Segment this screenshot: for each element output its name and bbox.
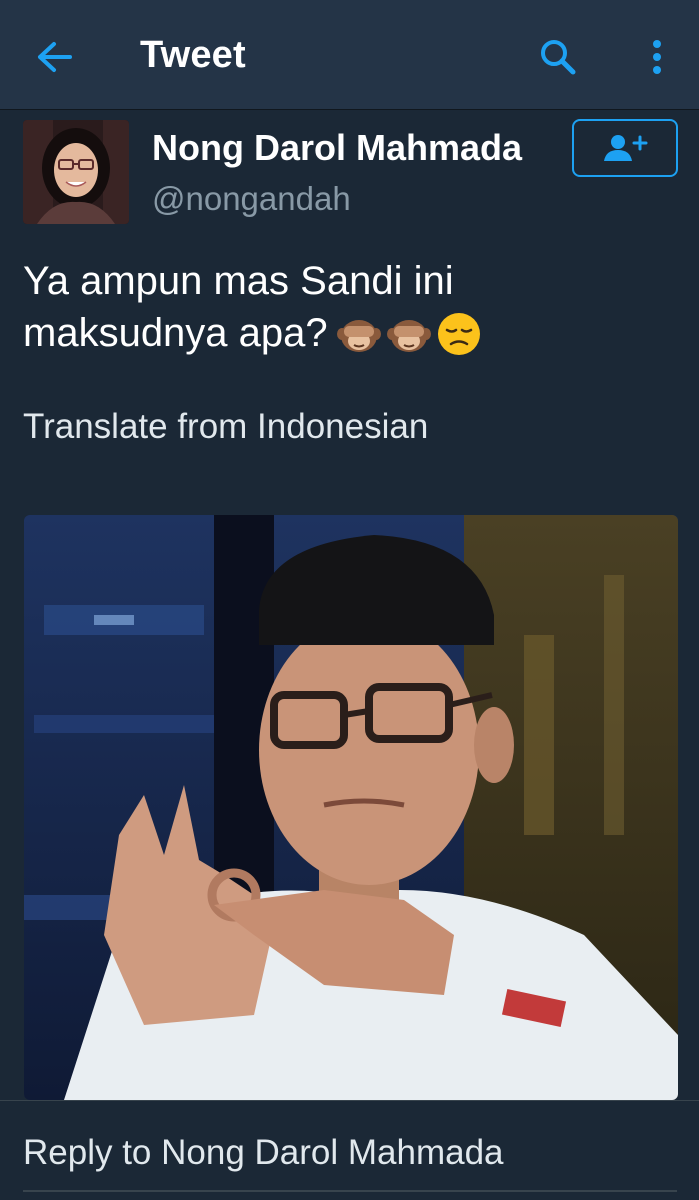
tweet-text-line-2: maksudnya apa? — [23, 311, 328, 355]
reply-input[interactable]: Reply to Nong Darol Mahmada — [23, 1133, 504, 1173]
tweet-media-image[interactable] — [24, 515, 678, 1100]
media-photo — [24, 515, 678, 1100]
tweet-text-line-1: Ya ampun mas Sandi ini — [23, 259, 454, 303]
avatar-photo — [23, 120, 129, 224]
reply-input-underline — [23, 1190, 677, 1192]
top-app-bar: Tweet — [0, 0, 699, 110]
search-button[interactable] — [528, 30, 588, 84]
divider — [0, 1100, 699, 1101]
tweet-text: Ya ampun mas Sandi ini maksudnya apa? — [23, 255, 683, 359]
translate-link[interactable]: Translate from Indonesian — [23, 407, 428, 447]
emoji-group — [336, 311, 482, 357]
more-options-button[interactable] — [632, 30, 682, 84]
add-user-icon — [604, 135, 648, 161]
search-icon — [541, 40, 576, 75]
see-no-evil-monkey-icon — [386, 320, 431, 352]
author-display-name[interactable]: Nong Darol Mahmada — [152, 127, 522, 169]
follow-button[interactable] — [572, 119, 678, 177]
page-title: Tweet — [140, 34, 246, 76]
author-handle[interactable]: @nongandah — [152, 180, 351, 218]
more-vertical-icon — [653, 40, 661, 74]
avatar[interactable] — [23, 120, 129, 224]
disappointed-face-icon — [437, 313, 480, 355]
back-button[interactable] — [22, 30, 86, 84]
tweet-detail-screen: Tweet Nong Darol Mahmada @nongandah Ya a… — [0, 0, 699, 1200]
see-no-evil-monkey-icon — [336, 320, 381, 352]
arrow-left-icon — [38, 42, 72, 72]
